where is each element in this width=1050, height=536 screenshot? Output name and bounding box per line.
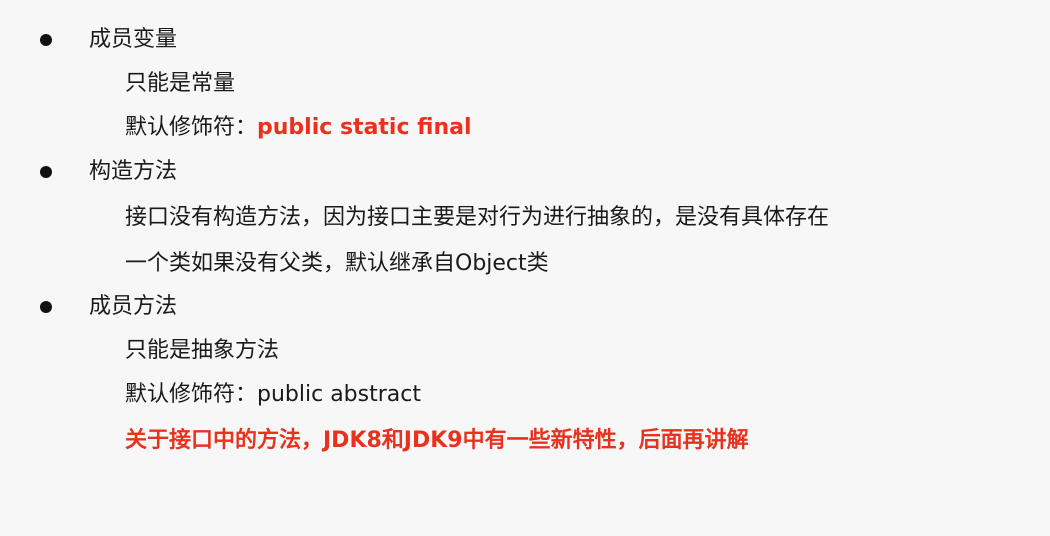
modifier-line: 默认修饰符：public abstract xyxy=(125,377,421,413)
note-line: 关于接口中的方法，JDK8和JDK9中有一些新特性，后面再讲解 xyxy=(125,428,749,453)
bullet-icon xyxy=(40,34,52,46)
section-title-member-methods: 成员方法 xyxy=(89,294,178,319)
modifier-value: public static final xyxy=(257,115,472,140)
text-line: 接口没有构造方法，因为接口主要是对行为进行抽象的，是没有具体存在 xyxy=(125,205,830,230)
text-line: 一个类如果没有父类，默认继承自Object类 xyxy=(125,251,549,276)
bullet-icon xyxy=(40,166,52,178)
section-title-member-variables: 成员变量 xyxy=(89,27,178,52)
section-title-constructor: 构造方法 xyxy=(89,159,178,184)
modifier-label: 默认修饰符： xyxy=(125,382,258,407)
text-line: 只能是抽象方法 xyxy=(125,338,280,363)
text-line: 只能是常量 xyxy=(125,71,236,96)
modifier-line: 默认修饰符：public static final xyxy=(125,110,472,146)
modifier-label: 默认修饰符： xyxy=(125,115,258,140)
bullet-icon xyxy=(40,301,52,313)
slide: 成员变量 只能是常量 默认修饰符：public static final 构造方… xyxy=(0,0,1050,536)
modifier-value: public abstract xyxy=(257,382,421,407)
